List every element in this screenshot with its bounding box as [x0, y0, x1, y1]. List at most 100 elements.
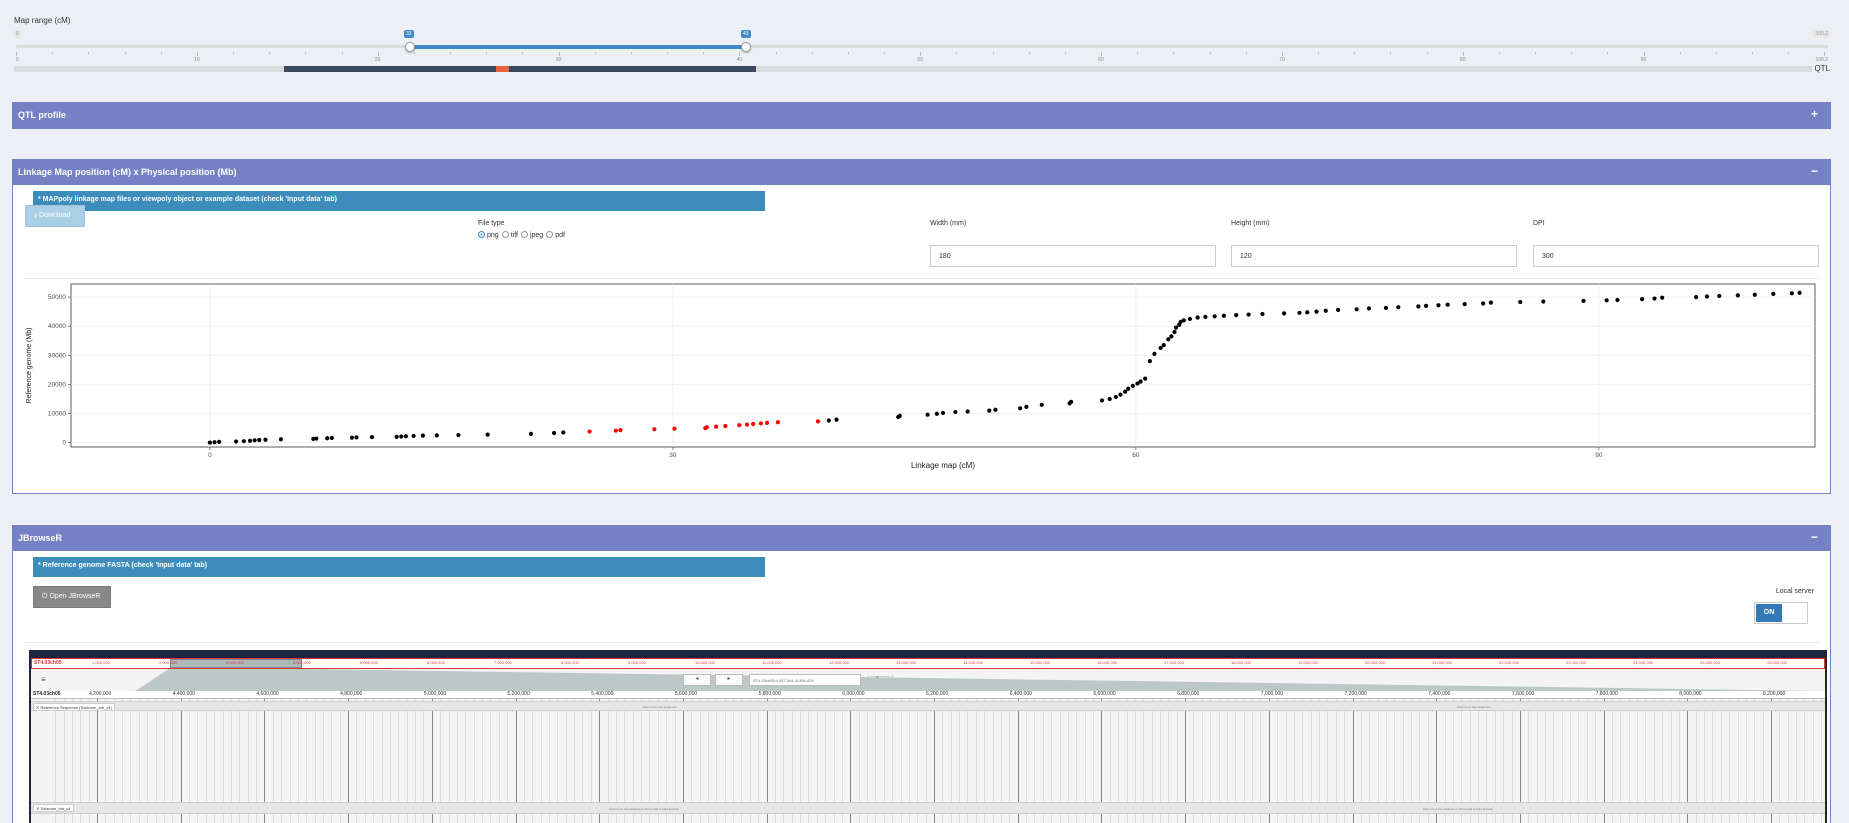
- radio-tiff[interactable]: tiff: [501, 231, 518, 239]
- radio-button[interactable]: [501, 231, 509, 238]
- radio-button[interactable]: [478, 231, 485, 238]
- data-point: [369, 435, 375, 440]
- data-point: [349, 435, 354, 440]
- data-point: [1169, 334, 1174, 339]
- data-point: [1752, 292, 1757, 297]
- slider-tick: [1788, 52, 1790, 54]
- map-range-slider[interactable]: Map range (cM) 0 100.2 33 43 0 10 20 30 40 50…: [14, 14, 1830, 76]
- slider-tick: [1209, 52, 1211, 54]
- radio-pdf[interactable]: pdf: [546, 231, 565, 239]
- qtl-segment: [509, 66, 756, 72]
- slider-tick: [413, 52, 415, 54]
- overview-chr-label: ST4.03ch05: [34, 660, 62, 666]
- expand-icon[interactable]: +: [1811, 107, 1818, 121]
- ruler-label: 6,200,000: [926, 691, 949, 697]
- radio-button[interactable]: [520, 231, 528, 238]
- data-point: [234, 439, 239, 444]
- data-point: [329, 435, 334, 441]
- height-input[interactable]: [1231, 245, 1517, 267]
- qtl-profile-title: QTL profile: [18, 110, 66, 120]
- data-point: [1187, 316, 1193, 322]
- slider-tick-label: 90: [1640, 57, 1647, 63]
- local-server-toggle[interactable]: ON: [1754, 602, 1808, 624]
- qtl-track: [14, 66, 1812, 72]
- radio-label: png: [487, 232, 499, 239]
- data-point: [207, 440, 213, 445]
- ruler-label: 4,400,000: [172, 691, 195, 697]
- radio-label: jpeg: [529, 232, 544, 239]
- slider-tick: [88, 52, 90, 54]
- overview-tick-label: 17,000,000: [1164, 660, 1185, 665]
- dpi-input[interactable]: [1533, 245, 1819, 267]
- overview-tick-label: 2,000,000: [159, 660, 177, 665]
- reference-sequence-track[interactable]: ✕ Reference Sequence (Solanum_tub_v4) Zo…: [31, 701, 1825, 711]
- overview-tick-label: 6,000,000: [427, 660, 445, 665]
- ruler-label: 6,000,000: [842, 691, 865, 697]
- width-input[interactable]: [930, 245, 1216, 267]
- collapse-icon[interactable]: −: [1811, 164, 1818, 178]
- slider-tick-label: 30: [555, 57, 562, 63]
- data-point: [1068, 399, 1074, 404]
- jbrowse-overview[interactable]: ST4.03ch05 1,000,000 2,000,000 3,000,000 4,…: [31, 658, 1825, 669]
- linkage-map-box: Linkage Map position (cM) x Physical pos…: [12, 159, 1831, 494]
- jbrowse-view[interactable]: ST4.03ch05 1,000,000 2,000,000 3,000,000 4,…: [29, 650, 1827, 823]
- open-jbrowser-label: Open JBrowseR: [49, 593, 101, 600]
- slider-tick: [1535, 52, 1537, 54]
- x-tick-label: 60: [1132, 452, 1140, 459]
- slider-handle-to[interactable]: [741, 42, 751, 52]
- download-label: Download: [39, 212, 71, 219]
- nav-prev-button[interactable]: ◂: [683, 674, 711, 686]
- slider-handle-from[interactable]: [405, 42, 415, 52]
- radio-button[interactable]: [546, 231, 554, 238]
- data-point: [252, 438, 257, 443]
- width-label: Width (mm): [930, 220, 967, 227]
- zoom-slider[interactable]: − ──●──── +: [867, 674, 893, 679]
- track-label[interactable]: ✕ Reference Sequence (Solanum_tub_v4): [33, 703, 115, 711]
- overview-tick-label: 16,000,000: [1097, 660, 1118, 665]
- track-label-text: Solanum_tub_v4: [40, 806, 71, 811]
- open-jbrowser-button[interactable]: ⏻ Open JBrowseR: [33, 586, 111, 608]
- ruler-label: 4,600,000: [256, 691, 279, 697]
- x-tick-label: 0: [208, 452, 212, 459]
- data-point: [1383, 305, 1389, 310]
- track-label[interactable]: ✕ Solanum_tub_v4: [33, 804, 74, 812]
- nav-next-button[interactable]: ▸: [715, 674, 743, 686]
- ruler-label: 5,000,000: [423, 691, 447, 697]
- data-point: [1297, 310, 1302, 315]
- ruler-label: 4,200,000: [89, 691, 112, 697]
- divider: [23, 642, 1820, 643]
- data-point: [456, 432, 461, 438]
- slider-tick: [52, 52, 54, 54]
- overview-tick-label: 14,000,000: [963, 660, 984, 665]
- locus-input[interactable]: ST4.03ch05:4,057,344..8,396,479: [749, 674, 861, 686]
- overview-tick-label: 9,000,000: [628, 660, 646, 665]
- collapse-icon[interactable]: −: [1811, 530, 1818, 544]
- overview-tick-label: 26,000,000: [1767, 660, 1788, 665]
- slider-tick-label: 40: [736, 57, 743, 63]
- slider-selected-range[interactable]: [410, 45, 746, 49]
- radio-png[interactable]: png: [478, 231, 499, 239]
- data-point: [1195, 315, 1200, 320]
- slider-tick: [1028, 52, 1030, 54]
- y-tick-label: 0: [62, 440, 66, 447]
- slider-tick: [920, 52, 922, 56]
- slider-tick: [341, 52, 343, 54]
- data-point: [1436, 303, 1441, 308]
- data-point: [1221, 313, 1226, 318]
- data-point: [1018, 406, 1023, 411]
- feature-track[interactable]: ✕ Solanum_tub_v4 Zoom in to see features…: [31, 802, 1825, 814]
- overview-tick-label: 20,000,000: [1365, 660, 1386, 665]
- data-point: [420, 433, 425, 438]
- data-point: [1423, 303, 1429, 308]
- slider-tick: [124, 52, 126, 54]
- qtl-label: QTL: [1814, 64, 1830, 73]
- slider-tick: [775, 52, 777, 54]
- slider-tick: [1281, 52, 1283, 56]
- menu-icon[interactable]: ≡: [41, 675, 46, 684]
- slider-tick: [1064, 52, 1066, 54]
- data-point: [1166, 337, 1171, 342]
- radio-jpeg[interactable]: jpeg: [520, 231, 544, 239]
- slider-track[interactable]: [16, 45, 1828, 48]
- download-button[interactable]: ⤓ Download: [25, 205, 85, 227]
- data-point: [561, 430, 566, 435]
